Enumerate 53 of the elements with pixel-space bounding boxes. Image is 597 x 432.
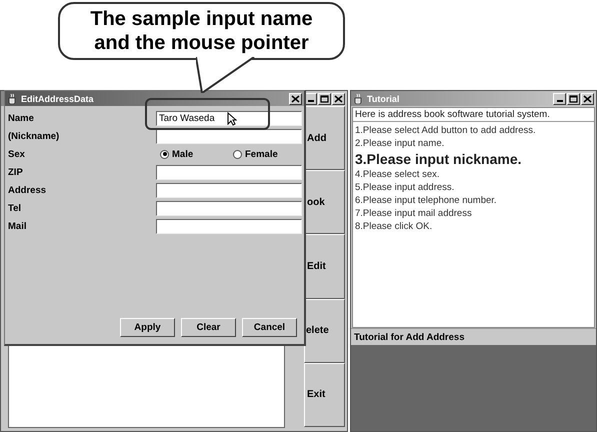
close-button[interactable] [581,92,594,104]
input-field[interactable] [156,200,302,216]
minimize-icon [308,100,314,102]
close-icon [291,94,300,102]
window-icon [7,93,18,104]
tutorial-step: 2.Please input name. [355,137,592,150]
radio-dot[interactable] [160,150,169,158]
close-icon [334,94,343,102]
field-label: ZIP [8,166,24,178]
window-icon [353,93,364,104]
input-field[interactable] [156,182,302,198]
dialog-button[interactable]: Clear [181,318,236,337]
field-label: Sex [8,148,26,160]
intro-text: Here is address book software tutorial system. [353,108,594,122]
maximize-icon [320,94,329,102]
field-label: Address [8,184,48,196]
side-button[interactable]: Add [304,106,345,170]
dialog-button[interactable]: Apply [120,318,175,337]
input-field[interactable]: Taro Waseda [156,110,302,126]
maximize-icon [569,94,578,102]
radio-dot[interactable] [233,150,242,158]
tutorial-step: 1.Please select Add button to add address. [355,124,592,137]
window-title: Tutorial [367,94,400,104]
tutorial-step: 4.Please select sex. [355,168,592,181]
field-label: Name [8,112,35,124]
tutorial-step: 3.Please input nickname. [355,150,592,168]
field-label: Tel [8,202,22,214]
tutorial-step: 8.Please click OK. [355,220,592,233]
callout-text: The sample input name and the mouse pointer [89,7,314,55]
minimize-icon [556,100,562,102]
side-button[interactable]: elete [304,298,345,363]
tutorial-step: 7.Please input mail address [355,207,592,220]
field-label: (Nickname) [8,130,60,142]
side-button[interactable]: Edit [304,234,345,299]
close-button[interactable] [332,92,345,104]
side-button[interactable]: ook [304,170,345,234]
radio-option[interactable]: Female [229,148,302,160]
tutorial-step: 6.Please input telephone number. [355,194,592,207]
maximize-button[interactable] [567,92,580,104]
close-button[interactable] [289,92,302,104]
input-field[interactable] [156,164,302,180]
side-button[interactable]: Exit [304,362,345,428]
field-label: Mail [8,220,28,232]
tutorial-step: 5.Please input address. [355,181,592,194]
address-list[interactable] [8,344,285,428]
maximize-button[interactable] [318,92,331,104]
dialog-button[interactable]: Cancel [242,318,297,337]
minimize-button[interactable] [553,92,566,104]
input-field[interactable] [156,218,302,234]
radio-option[interactable]: Male [156,148,229,160]
input-field[interactable] [156,128,302,144]
window-title: EditAddressData [21,94,95,104]
close-icon [583,94,592,102]
